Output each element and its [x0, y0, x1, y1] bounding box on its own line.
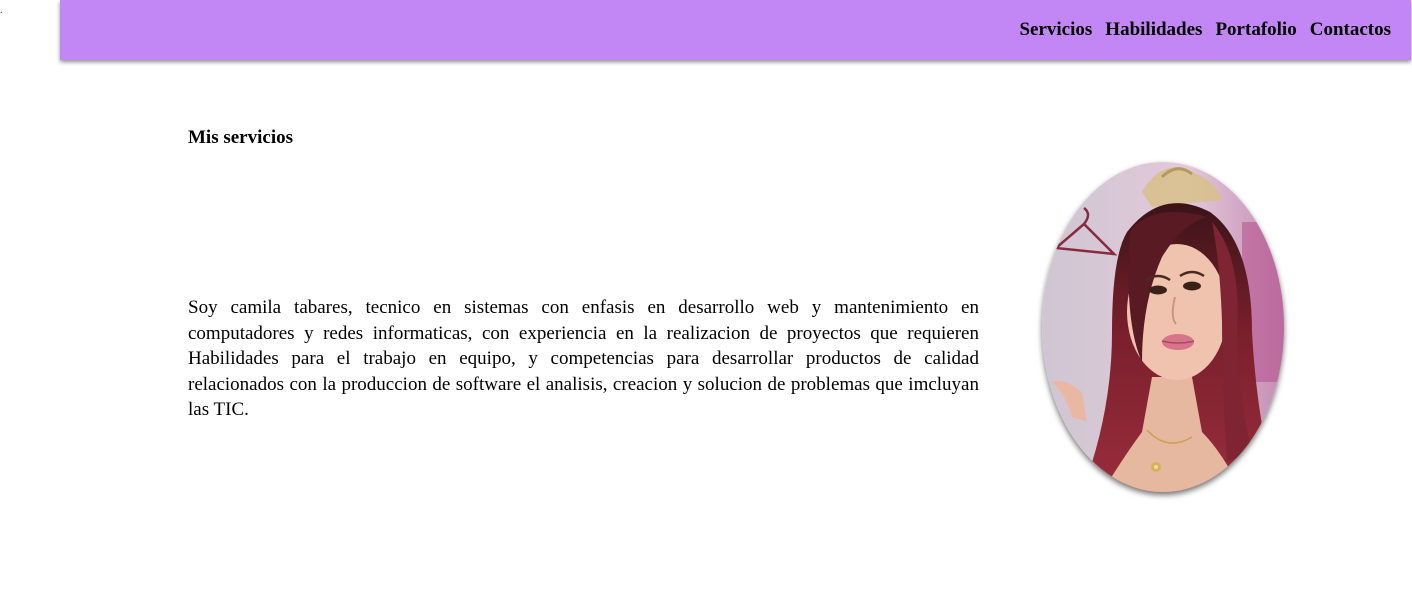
nav-link-servicios[interactable]: Servicios — [1019, 19, 1092, 41]
stray-dot: . — [0, 5, 3, 16]
profile-photo-illustration — [1042, 162, 1284, 492]
nav-link-habilidades[interactable]: Habilidades — [1105, 19, 1202, 41]
profile-photo — [1042, 162, 1284, 492]
nav-link-contactos[interactable]: Contactos — [1310, 19, 1391, 41]
navbar: Servicios Habilidades Portafolio Contact… — [60, 0, 1411, 60]
services-title: Mis servicios — [188, 127, 294, 148]
nav-link-portafolio[interactable]: Portafolio — [1215, 19, 1296, 41]
services-description: Soy camila tabares, tecnico en sistemas … — [188, 297, 979, 421]
